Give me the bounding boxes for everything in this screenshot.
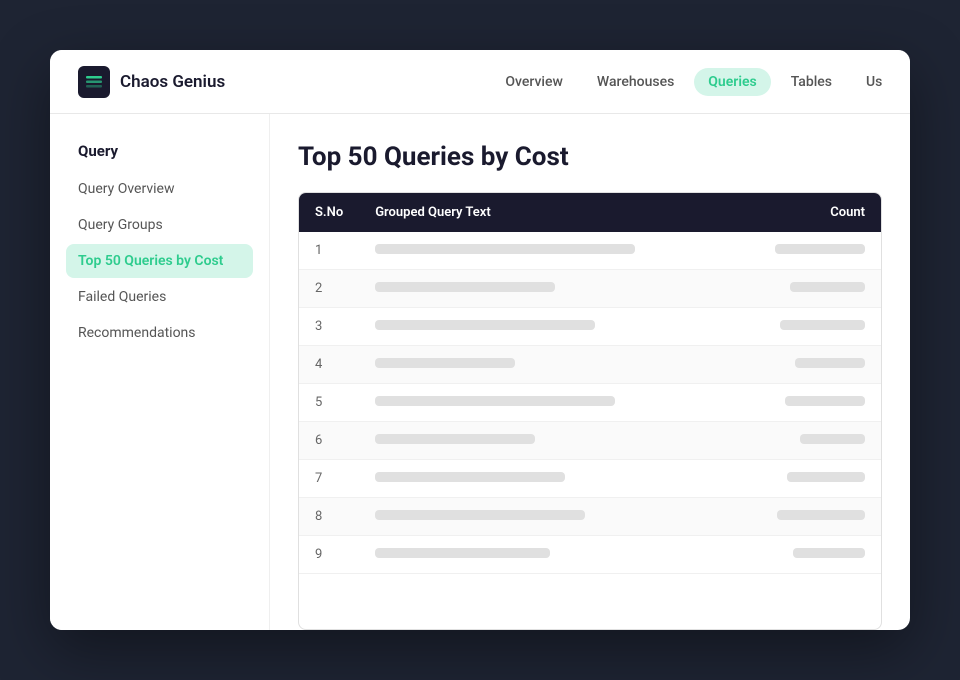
body: Query Query Overview Query Groups Top 50… bbox=[50, 114, 910, 630]
nav-link-queries[interactable]: Queries bbox=[694, 68, 770, 96]
table-row: 5 bbox=[299, 384, 881, 422]
data-table: S.No Grouped Query Text Count 123456789 bbox=[299, 193, 881, 574]
sidebar-item-query-groups[interactable]: Query Groups bbox=[66, 208, 253, 242]
brand-icon bbox=[78, 66, 110, 98]
sidebar: Query Query Overview Query Groups Top 50… bbox=[50, 114, 270, 630]
cell-query-text bbox=[359, 346, 727, 384]
cell-sno: 2 bbox=[299, 270, 359, 308]
cell-sno: 7 bbox=[299, 460, 359, 498]
sidebar-item-recommendations[interactable]: Recommendations bbox=[66, 316, 253, 350]
nav-link-tables[interactable]: Tables bbox=[777, 68, 846, 96]
cell-sno: 8 bbox=[299, 498, 359, 536]
table-row: 3 bbox=[299, 308, 881, 346]
brand: Chaos Genius bbox=[78, 66, 491, 98]
cell-query-text bbox=[359, 498, 727, 536]
cell-query-text bbox=[359, 308, 727, 346]
brand-name: Chaos Genius bbox=[120, 72, 225, 92]
col-header-sno: S.No bbox=[299, 193, 359, 232]
navbar: Chaos Genius Overview Warehouses Queries… bbox=[50, 50, 910, 114]
nav-link-users[interactable]: Us bbox=[852, 68, 882, 96]
cell-sno: 9 bbox=[299, 536, 359, 574]
nav-link-warehouses[interactable]: Warehouses bbox=[583, 68, 688, 96]
cell-query-text bbox=[359, 422, 727, 460]
main-content: Top 50 Queries by Cost S.No Grouped Quer… bbox=[270, 114, 910, 630]
cell-query-text bbox=[359, 536, 727, 574]
cell-query-text bbox=[359, 270, 727, 308]
table-row: 2 bbox=[299, 270, 881, 308]
nav-links: Overview Warehouses Queries Tables Us bbox=[491, 68, 882, 96]
page-title: Top 50 Queries by Cost bbox=[298, 142, 882, 172]
cell-count bbox=[727, 270, 881, 308]
table-row: 4 bbox=[299, 346, 881, 384]
table-header-row: S.No Grouped Query Text Count bbox=[299, 193, 881, 232]
cell-sno: 5 bbox=[299, 384, 359, 422]
sidebar-item-failed-queries[interactable]: Failed Queries bbox=[66, 280, 253, 314]
col-header-query-text: Grouped Query Text bbox=[359, 193, 727, 232]
cell-count bbox=[727, 346, 881, 384]
cell-query-text bbox=[359, 460, 727, 498]
cell-count bbox=[727, 460, 881, 498]
app-window: Chaos Genius Overview Warehouses Queries… bbox=[50, 50, 910, 630]
cell-count bbox=[727, 308, 881, 346]
table-row: 8 bbox=[299, 498, 881, 536]
table-wrapper: S.No Grouped Query Text Count 123456789 bbox=[298, 192, 882, 630]
sidebar-item-query-overview[interactable]: Query Overview bbox=[66, 172, 253, 206]
cell-count bbox=[727, 422, 881, 460]
table-row: 1 bbox=[299, 232, 881, 270]
cell-sno: 4 bbox=[299, 346, 359, 384]
table-row: 9 bbox=[299, 536, 881, 574]
cell-count bbox=[727, 536, 881, 574]
sidebar-item-top-50-queries[interactable]: Top 50 Queries by Cost bbox=[66, 244, 253, 278]
col-header-count: Count bbox=[727, 193, 881, 232]
table-row: 6 bbox=[299, 422, 881, 460]
cell-count bbox=[727, 232, 881, 270]
cell-count bbox=[727, 384, 881, 422]
table-row: 7 bbox=[299, 460, 881, 498]
cell-query-text bbox=[359, 384, 727, 422]
cell-query-text bbox=[359, 232, 727, 270]
cell-sno: 3 bbox=[299, 308, 359, 346]
sidebar-section-title: Query bbox=[66, 142, 253, 160]
nav-link-overview[interactable]: Overview bbox=[491, 68, 576, 96]
cell-count bbox=[727, 498, 881, 536]
cell-sno: 6 bbox=[299, 422, 359, 460]
cell-sno: 1 bbox=[299, 232, 359, 270]
